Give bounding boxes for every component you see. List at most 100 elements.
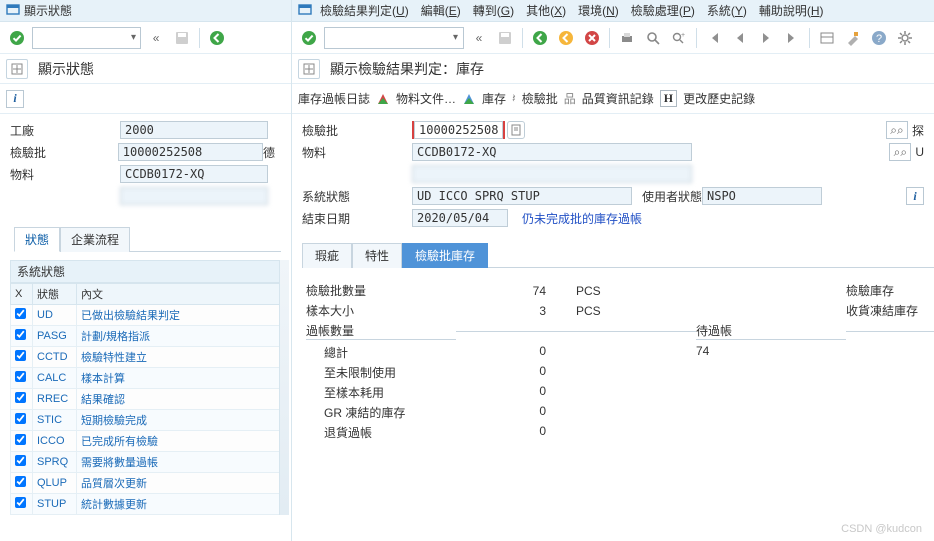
topost-label: 待過帳 — [696, 322, 846, 340]
status-code[interactable]: STUP — [37, 498, 66, 510]
save-icon[interactable] — [171, 27, 193, 49]
status-text[interactable]: 統計數據更新 — [81, 499, 147, 511]
row-check[interactable] — [15, 413, 26, 424]
next-icon[interactable] — [755, 27, 777, 49]
info-icon-right[interactable]: i — [906, 187, 924, 205]
command-input[interactable] — [37, 31, 127, 45]
save-icon-right[interactable] — [494, 27, 516, 49]
dropdown-icon-right[interactable]: ▾ — [449, 32, 458, 43]
left-scrollbar[interactable] — [279, 260, 289, 515]
table-row[interactable]: UD 已做出檢驗結果判定 — [11, 305, 289, 326]
glasses-icon-2[interactable]: ⌕⌕ — [889, 143, 911, 161]
help-icon[interactable]: ? — [868, 27, 890, 49]
btn-history[interactable]: 更改歷史記錄 — [683, 90, 755, 107]
first-icon[interactable] — [703, 27, 725, 49]
status-text[interactable]: 品質層次更新 — [81, 478, 147, 490]
row-check[interactable] — [15, 371, 26, 382]
left-app-title-row: 顯示狀態 — [0, 54, 291, 84]
menu-help[interactable]: 輔助說明(H) — [755, 2, 828, 19]
layout-icon[interactable] — [816, 27, 838, 49]
status-col-text: 內文 — [77, 284, 289, 305]
shortcut-icon[interactable] — [842, 27, 864, 49]
lot-search-icon[interactable] — [507, 121, 525, 139]
command-field[interactable]: ▾ — [32, 27, 141, 49]
table-row[interactable]: STUP 統計數據更新 — [11, 494, 289, 515]
command-field-right[interactable]: ▾ — [324, 27, 464, 49]
menu-edit[interactable]: 編輯(E) — [417, 2, 465, 19]
picker-icon[interactable] — [6, 59, 28, 79]
tab-status[interactable]: 狀態 — [14, 227, 60, 252]
table-row[interactable]: STIC 短期檢驗完成 — [11, 410, 289, 431]
row-check[interactable] — [15, 434, 26, 445]
status-text[interactable]: 計劃/規格指派 — [81, 331, 150, 343]
btn-mat-doc[interactable]: 物料文件… — [396, 90, 456, 107]
menu-proc[interactable]: 檢驗處理(P) — [627, 2, 699, 19]
row-check[interactable] — [15, 476, 26, 487]
menu-sys[interactable]: 系統(Y) — [703, 2, 751, 19]
status-code[interactable]: SPRQ — [37, 456, 68, 468]
back-icon[interactable] — [206, 27, 228, 49]
info-icon[interactable]: i — [6, 90, 24, 108]
ok-icon[interactable] — [6, 27, 28, 49]
table-row[interactable]: ICCO 已完成所有檢驗 — [11, 431, 289, 452]
status-text[interactable]: 檢驗特性建立 — [81, 352, 147, 364]
status-code[interactable]: RREC — [37, 393, 68, 405]
menu-ud[interactable]: 檢驗結果判定(U) — [316, 2, 413, 19]
status-text[interactable]: 樣本計算 — [81, 373, 125, 385]
picker-icon-right[interactable] — [298, 59, 320, 79]
sysstat-value: UD ICCO SPRQ STUP — [412, 187, 632, 205]
status-text[interactable]: 結果確認 — [81, 394, 125, 406]
last-icon[interactable] — [781, 27, 803, 49]
row-check[interactable] — [15, 392, 26, 403]
status-text[interactable]: 短期檢驗完成 — [81, 415, 147, 427]
row-check[interactable] — [15, 308, 26, 319]
command-input-right[interactable] — [329, 31, 449, 45]
ok-icon-right[interactable] — [298, 27, 320, 49]
print-icon[interactable] — [616, 27, 638, 49]
status-code[interactable]: CCTD — [37, 351, 68, 363]
btn-stock[interactable]: 庫存 — [482, 90, 506, 107]
lot-value[interactable]: 10000252508 — [414, 121, 503, 139]
menu-goto[interactable]: 轉到(G) — [469, 2, 518, 19]
collapse-icon-right[interactable]: « — [468, 27, 490, 49]
status-code[interactable]: UD — [37, 309, 53, 321]
status-text[interactable]: 需要將數量過帳 — [81, 457, 158, 469]
table-row[interactable]: RREC 結果確認 — [11, 389, 289, 410]
back-icon-right[interactable] — [529, 27, 551, 49]
tab-defects[interactable]: 瑕疵 — [302, 243, 352, 268]
table-row[interactable]: CALC 樣本計算 — [11, 368, 289, 389]
status-text[interactable]: 已做出檢驗結果判定 — [81, 310, 180, 322]
tab-chars[interactable]: 特性 — [352, 243, 402, 268]
note-link[interactable]: 仍未完成批的庫存過帳 — [522, 210, 642, 227]
collapse-icon[interactable]: « — [145, 27, 167, 49]
btn-lot[interactable]: 檢驗批 — [522, 90, 558, 107]
table-row[interactable]: PASG 計劃/規格指派 — [11, 326, 289, 347]
row-check[interactable] — [15, 497, 26, 508]
status-code[interactable]: STIC — [37, 414, 62, 426]
table-row[interactable]: QLUP 品質層次更新 — [11, 473, 289, 494]
table-row[interactable]: CCTD 檢驗特性建立 — [11, 347, 289, 368]
menu-other[interactable]: 其他(X) — [522, 2, 570, 19]
status-text[interactable]: 已完成所有檢驗 — [81, 436, 158, 448]
tab-process[interactable]: 企業流程 — [60, 227, 130, 252]
status-code[interactable]: CALC — [37, 372, 66, 384]
glasses-icon[interactable]: ⌕⌕ — [886, 121, 908, 139]
find-icon[interactable] — [642, 27, 664, 49]
status-code[interactable]: PASG — [37, 330, 67, 342]
table-row[interactable]: SPRQ 需要將數量過帳 — [11, 452, 289, 473]
tab-lotstock[interactable]: 檢驗批庫存 — [402, 243, 488, 268]
btn-posting-journal[interactable]: 庫存過帳日誌 — [298, 90, 370, 107]
row-check[interactable] — [15, 350, 26, 361]
menu-env[interactable]: 環境(N) — [574, 2, 623, 19]
settings-icon[interactable] — [894, 27, 916, 49]
prev-icon[interactable] — [729, 27, 751, 49]
status-code[interactable]: QLUP — [37, 477, 67, 489]
dropdown-icon[interactable]: ▾ — [127, 32, 136, 43]
row-check[interactable] — [15, 329, 26, 340]
exit-icon[interactable] — [555, 27, 577, 49]
row-check[interactable] — [15, 455, 26, 466]
cancel-icon[interactable] — [581, 27, 603, 49]
btn-qinfo[interactable]: 品質資訊記錄 — [582, 90, 654, 107]
status-code[interactable]: ICCO — [37, 435, 65, 447]
findnext-icon[interactable]: + — [668, 27, 690, 49]
